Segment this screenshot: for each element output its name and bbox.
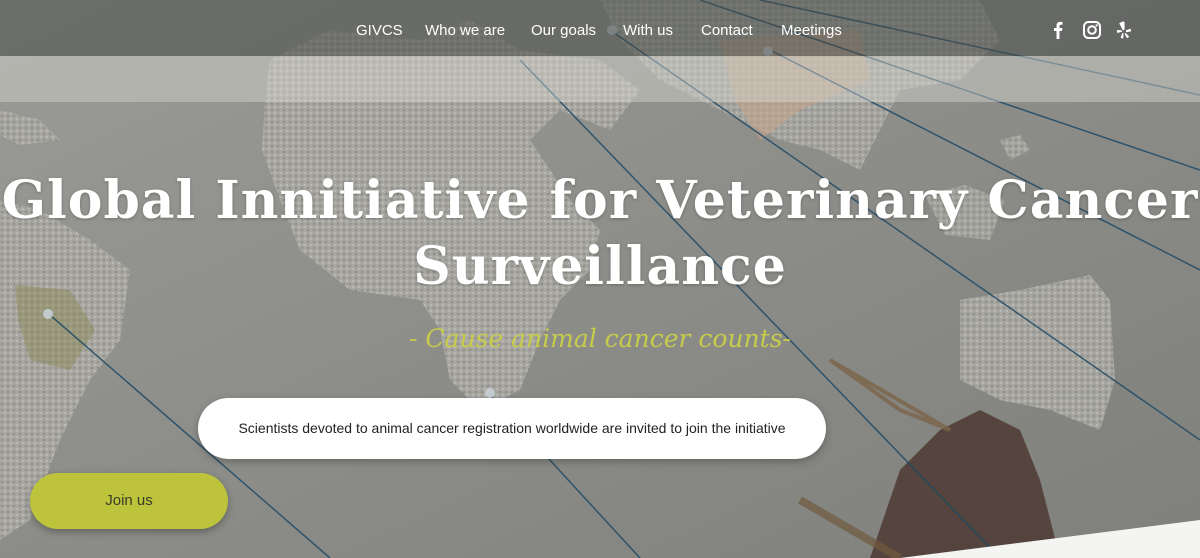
nav-link-givcs[interactable]: GIVCS [356, 22, 403, 39]
nav-band [0, 56, 1200, 102]
hero-subtitle: - Cause animal cancer counts- [409, 324, 791, 353]
invite-banner: Scientists devoted to animal cancer regi… [198, 398, 826, 459]
nav-link-contact[interactable]: Contact [701, 22, 753, 39]
nav-links: GIVCS Who we are Our goals With us Conta… [0, 0, 1200, 56]
nav-link-meetings[interactable]: Meetings [781, 22, 842, 39]
join-us-button[interactable]: Join us [30, 473, 228, 529]
yelp-icon[interactable] [1114, 18, 1134, 42]
facebook-icon[interactable] [1050, 18, 1066, 42]
hero-title: Global Innitiative for Veterinary Cancer… [0, 168, 1200, 300]
hero-title-line-2: Surveillance [413, 236, 787, 297]
nav-link-who-we-are[interactable]: Who we are [425, 22, 505, 39]
nav-link-with-us[interactable]: With us [623, 22, 673, 39]
nav-link-our-goals[interactable]: Our goals [531, 22, 596, 39]
join-us-label: Join us [105, 492, 153, 509]
invite-text: Scientists devoted to animal cancer regi… [238, 420, 786, 436]
hero-title-line-1: Global Innitiative for Veterinary Cancer [1, 170, 1199, 231]
instagram-icon[interactable] [1082, 18, 1102, 42]
